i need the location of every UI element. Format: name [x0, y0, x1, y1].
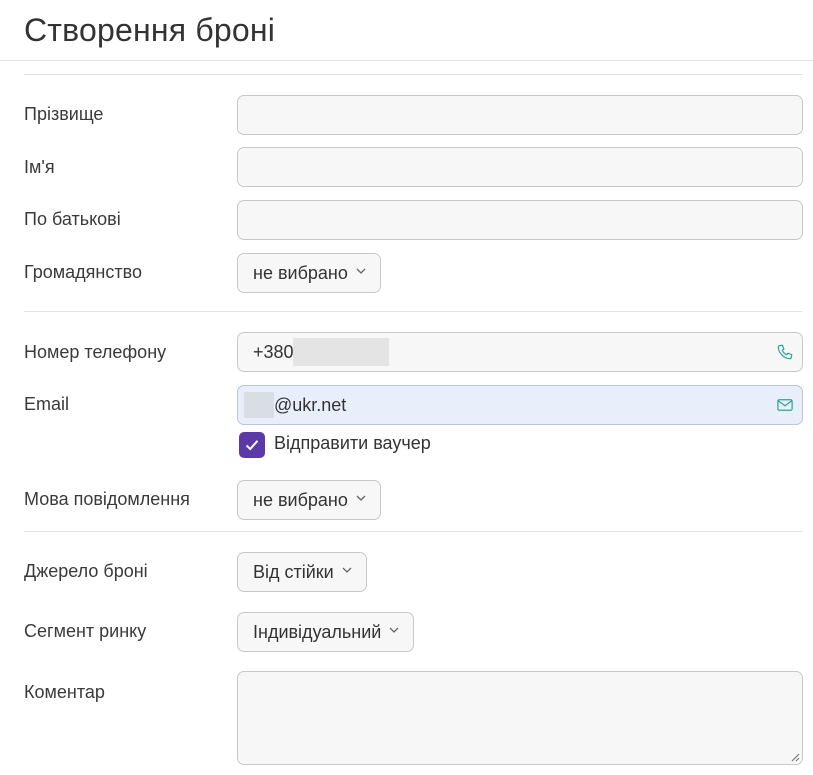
- surname-label: Прізвище: [24, 104, 104, 124]
- phone-label: Номер телефону: [24, 342, 167, 362]
- booking-source-label: Джерело броні: [24, 561, 148, 581]
- chevron-down-icon: [356, 268, 366, 274]
- email-value: @ukr.net: [274, 395, 347, 415]
- patronymic-label: По батькові: [24, 209, 121, 229]
- chevron-down-icon: [342, 567, 352, 573]
- booking-source-select[interactable]: Від стійки: [237, 552, 367, 592]
- mail-icon: [777, 399, 793, 411]
- market-segment-select[interactable]: Індивідуальний: [237, 612, 415, 652]
- message-language-select[interactable]: не вибрано: [237, 480, 381, 520]
- redacted-phone-digits: [293, 338, 389, 366]
- citizenship-label: Громадянство: [24, 262, 142, 282]
- phone-icon: [777, 344, 793, 360]
- citizenship-value: не вибрано: [253, 262, 348, 283]
- market-segment-value: Індивідуальний: [253, 621, 382, 642]
- chevron-down-icon: [389, 627, 399, 633]
- page-title: Створення броні: [24, 12, 276, 48]
- section-divider: [24, 74, 803, 75]
- message-language-label: Мова повідомлення: [24, 489, 190, 509]
- send-voucher-label[interactable]: Відправити ваучер: [274, 433, 431, 454]
- phone-value: +380: [253, 342, 294, 362]
- patronymic-input[interactable]: [237, 200, 803, 240]
- citizenship-select[interactable]: не вибрано: [237, 253, 381, 293]
- header-divider: [0, 60, 813, 61]
- first-name-input[interactable]: [237, 147, 803, 187]
- resize-grip-icon[interactable]: [790, 752, 800, 762]
- redacted-email-user: [244, 392, 274, 418]
- section-divider: [24, 311, 803, 312]
- booking-source-value: Від стійки: [253, 561, 334, 582]
- comment-textarea[interactable]: [237, 671, 803, 765]
- comment-label: Коментар: [24, 682, 105, 702]
- market-segment-label: Сегмент ринку: [24, 621, 147, 641]
- phone-input[interactable]: +380: [237, 332, 803, 372]
- check-icon: [245, 440, 259, 451]
- section-divider: [24, 531, 803, 532]
- email-input[interactable]: @ukr.net: [237, 385, 803, 425]
- message-language-value: не вибрано: [253, 489, 348, 510]
- send-voucher-checkbox[interactable]: [239, 432, 265, 458]
- email-label: Email: [24, 394, 70, 414]
- surname-input[interactable]: [237, 95, 803, 135]
- first-name-label: Ім'я: [24, 157, 55, 177]
- chevron-down-icon: [356, 495, 366, 501]
